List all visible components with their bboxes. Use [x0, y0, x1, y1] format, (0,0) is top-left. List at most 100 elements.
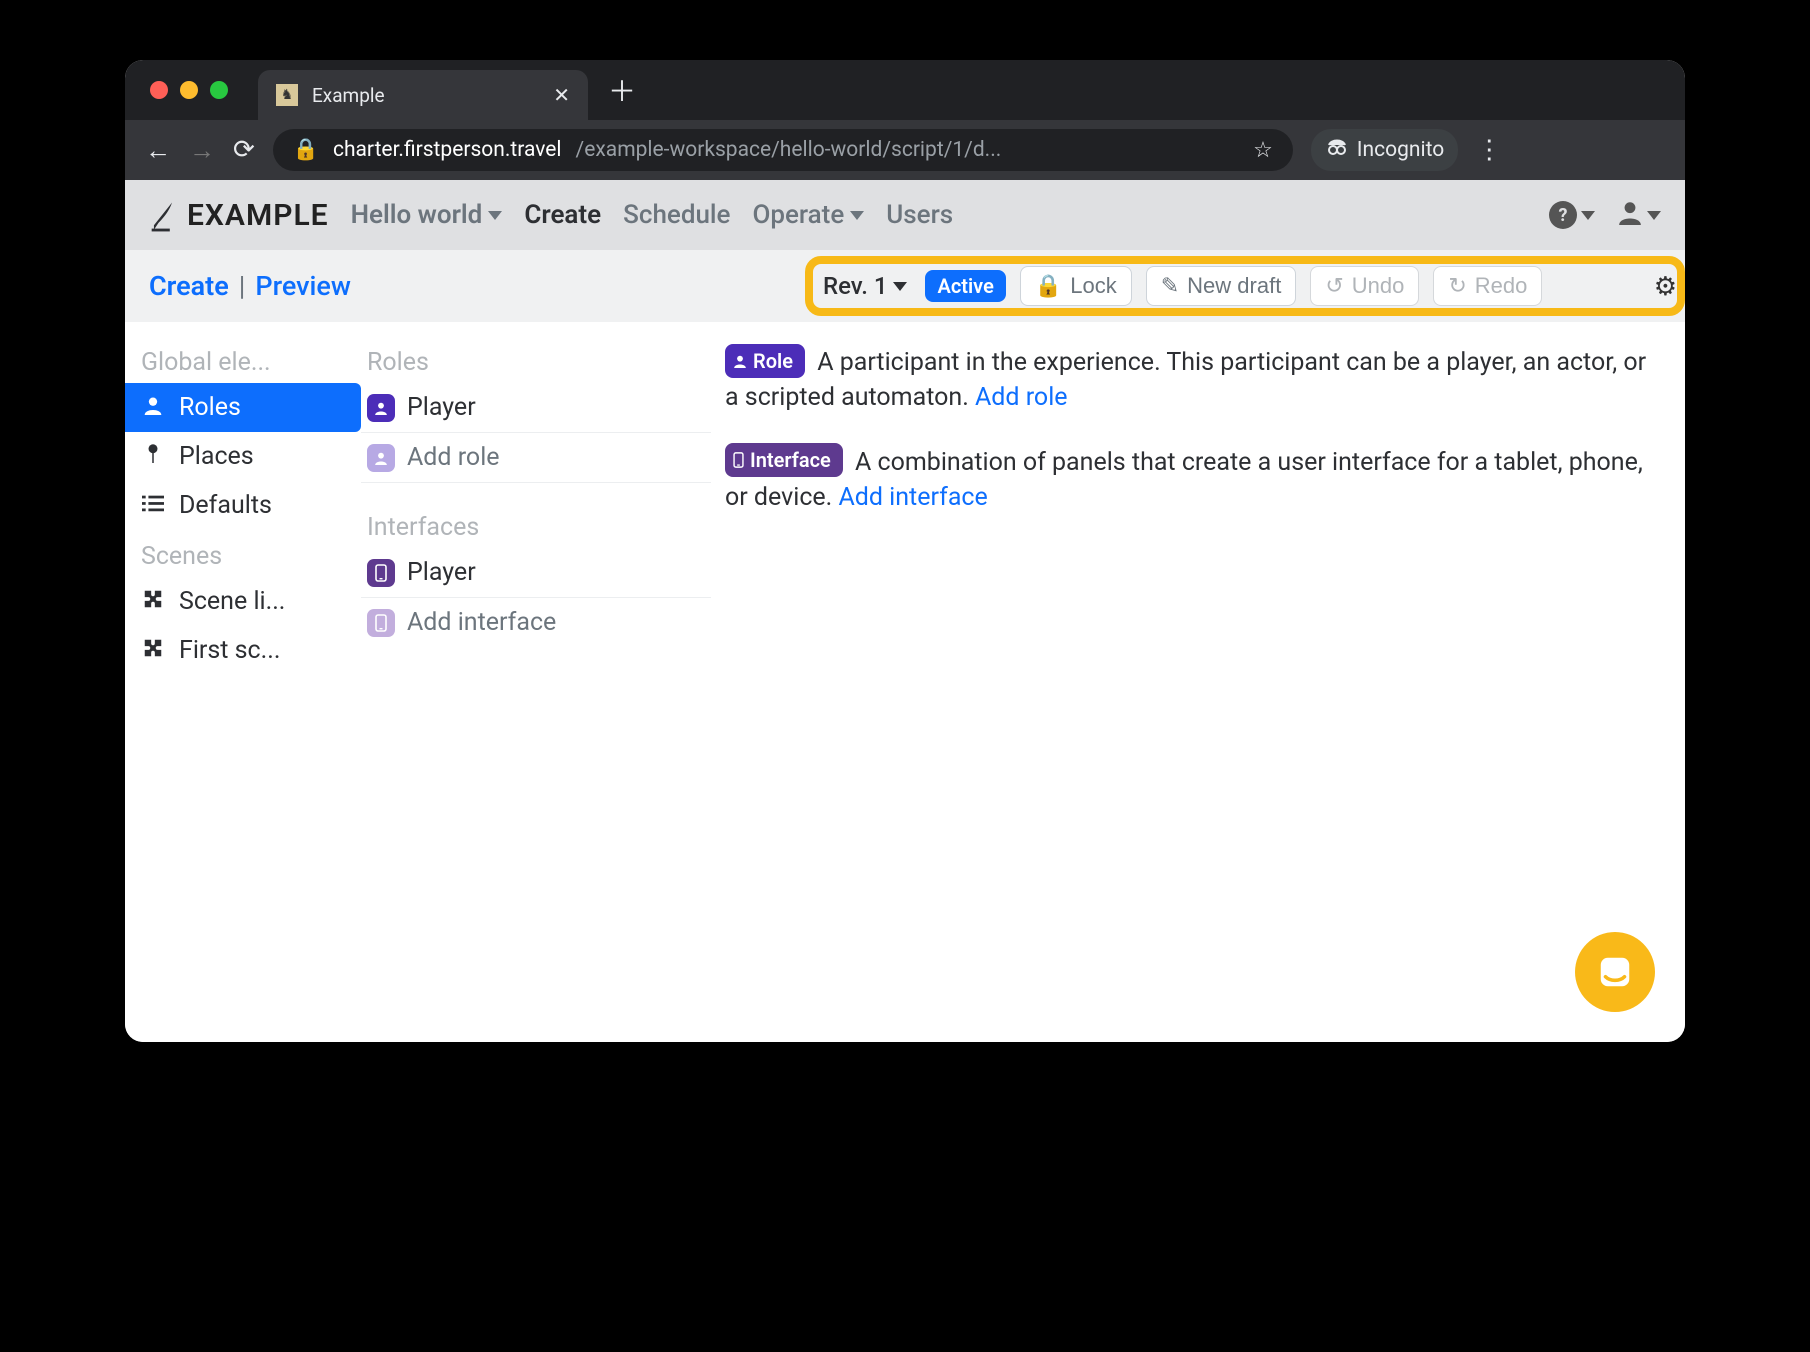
lock-label: Lock — [1070, 273, 1116, 299]
user-menu-dropdown[interactable] — [1617, 199, 1661, 231]
section-global-elements: Global ele... — [125, 336, 361, 383]
chevron-down-icon — [1581, 211, 1595, 220]
primary-sidebar: Global ele... Roles Places — [125, 322, 361, 1042]
redo-label: Redo — [1475, 273, 1528, 299]
sidebar-item-first-scene[interactable]: First sc... — [125, 626, 361, 675]
new-draft-label: New draft — [1187, 273, 1281, 299]
browser-tab-bar: ♞ Example ✕ ＋ — [125, 60, 1685, 120]
browser-window: ♞ Example ✕ ＋ ← → ⟳ 🔒 charter.firstperso… — [125, 60, 1685, 1042]
browser-menu-icon[interactable]: ⋮ — [1476, 135, 1502, 165]
sidebar-item-label: Defaults — [179, 491, 272, 520]
puzzle-icon — [141, 637, 165, 665]
help-icon: ? — [1549, 201, 1577, 229]
nav-create[interactable]: Create — [524, 200, 601, 230]
role-item-player[interactable]: Player — [361, 383, 711, 433]
user-icon — [367, 444, 395, 472]
app-header: EXAMPLE Hello world Create Schedule Oper… — [125, 180, 1685, 250]
window-maximize-button[interactable] — [210, 81, 228, 99]
chat-icon — [1596, 953, 1634, 991]
incognito-indicator[interactable]: Incognito — [1311, 129, 1458, 171]
url-path: /example-workspace/hello-world/script/1/… — [576, 138, 1002, 162]
new-tab-button[interactable]: ＋ — [608, 70, 636, 110]
main-content: Role A participant in the experience. Th… — [711, 322, 1685, 1042]
chip-label: Interface — [750, 446, 831, 474]
brand[interactable]: EXAMPLE — [149, 198, 329, 233]
traffic-lights — [150, 81, 228, 99]
incognito-label: Incognito — [1357, 138, 1444, 162]
project-name: Hello world — [351, 200, 483, 230]
url-host: charter.firstperson.travel — [333, 138, 562, 162]
breadcrumb-preview[interactable]: Preview — [255, 270, 351, 302]
revision-toolbar-highlight: Rev. 1 Active 🔒 Lock ✎ New draft ↺ Undo … — [805, 256, 1685, 316]
list-item-label: Player — [407, 393, 476, 422]
window-minimize-button[interactable] — [180, 81, 198, 99]
user-icon — [733, 354, 747, 368]
interface-chip: Interface — [725, 443, 843, 477]
list-item-label: Player — [407, 558, 476, 587]
breadcrumb-separator: | — [239, 270, 246, 302]
forward-icon[interactable]: → — [189, 135, 215, 166]
breadcrumb: Create | Preview — [149, 270, 351, 302]
sidebar-item-label: Places — [179, 442, 254, 471]
sidebar-item-scene-list[interactable]: Scene li... — [125, 577, 361, 626]
redo-button[interactable]: ↻ Redo — [1433, 266, 1542, 306]
browser-toolbar: ← → ⟳ 🔒 charter.firstperson.travel /exam… — [125, 120, 1685, 180]
section-roles-header: Roles — [361, 336, 711, 383]
brand-text: EXAMPLE — [187, 198, 329, 233]
puzzle-icon — [141, 588, 165, 616]
app-body: Global ele... Roles Places — [125, 322, 1685, 1042]
window-close-button[interactable] — [150, 81, 168, 99]
lock-icon: 🔒 — [293, 138, 319, 162]
mobile-icon — [733, 452, 744, 468]
section-interfaces-header: Interfaces — [361, 501, 711, 548]
favicon-icon: ♞ — [276, 84, 298, 106]
sidebar-item-places[interactable]: Places — [125, 432, 361, 481]
undo-button[interactable]: ↺ Undo — [1310, 266, 1419, 306]
chat-launcher[interactable] — [1575, 932, 1655, 1012]
chevron-down-icon — [850, 211, 864, 220]
chip-label: Role — [753, 347, 793, 375]
url-bar[interactable]: 🔒 charter.firstperson.travel /example-wo… — [273, 129, 1293, 171]
back-icon[interactable]: ← — [145, 135, 171, 166]
incognito-icon — [1325, 135, 1349, 165]
tab-title: Example — [312, 84, 539, 107]
chevron-down-icon — [893, 282, 907, 291]
nav-schedule[interactable]: Schedule — [623, 200, 730, 230]
nav-operate-dropdown[interactable]: Operate — [752, 200, 864, 230]
add-role-item[interactable]: Add role — [361, 433, 711, 483]
revision-dropdown[interactable]: Rev. 1 — [823, 272, 907, 300]
sidebar-item-defaults[interactable]: Defaults — [125, 481, 361, 530]
lock-button[interactable]: 🔒 Lock — [1020, 266, 1132, 306]
browser-tab[interactable]: ♞ Example ✕ — [258, 70, 588, 120]
project-dropdown[interactable]: Hello world — [351, 200, 503, 230]
redo-icon: ↻ — [1448, 273, 1466, 299]
sidebar-item-roles[interactable]: Roles — [125, 383, 361, 432]
interface-description-block: Interface A combination of panels that c… — [725, 443, 1655, 515]
role-description-block: Role A participant in the experience. Th… — [725, 344, 1655, 415]
add-interface-item[interactable]: Add interface — [361, 598, 711, 647]
add-interface-link[interactable]: Add interface — [838, 483, 987, 512]
user-icon — [141, 395, 165, 421]
chevron-down-icon — [1647, 211, 1661, 220]
bookmark-star-icon[interactable]: ☆ — [1253, 138, 1273, 163]
lock-icon: 🔒 — [1035, 273, 1062, 299]
undo-label: Undo — [1352, 273, 1405, 299]
gear-icon[interactable]: ⚙ — [1654, 272, 1677, 302]
add-role-link[interactable]: Add role — [975, 383, 1068, 412]
tab-close-icon[interactable]: ✕ — [553, 83, 570, 107]
revision-label: Rev. 1 — [823, 272, 887, 300]
nav-operate-label: Operate — [752, 200, 844, 230]
nav-users[interactable]: Users — [886, 200, 953, 230]
mobile-icon — [367, 609, 395, 637]
user-icon — [367, 394, 395, 422]
interface-item-player[interactable]: Player — [361, 548, 711, 598]
help-dropdown[interactable]: ? — [1549, 201, 1595, 229]
new-draft-button[interactable]: ✎ New draft — [1146, 266, 1297, 306]
brand-quill-icon — [149, 198, 177, 232]
undo-icon: ↺ — [1325, 273, 1343, 299]
role-description-text: A participant in the experience. This pa… — [725, 348, 1646, 412]
reload-icon[interactable]: ⟳ — [233, 135, 255, 165]
breadcrumb-create[interactable]: Create — [149, 270, 229, 302]
mobile-icon — [367, 559, 395, 587]
pin-icon — [141, 443, 165, 471]
